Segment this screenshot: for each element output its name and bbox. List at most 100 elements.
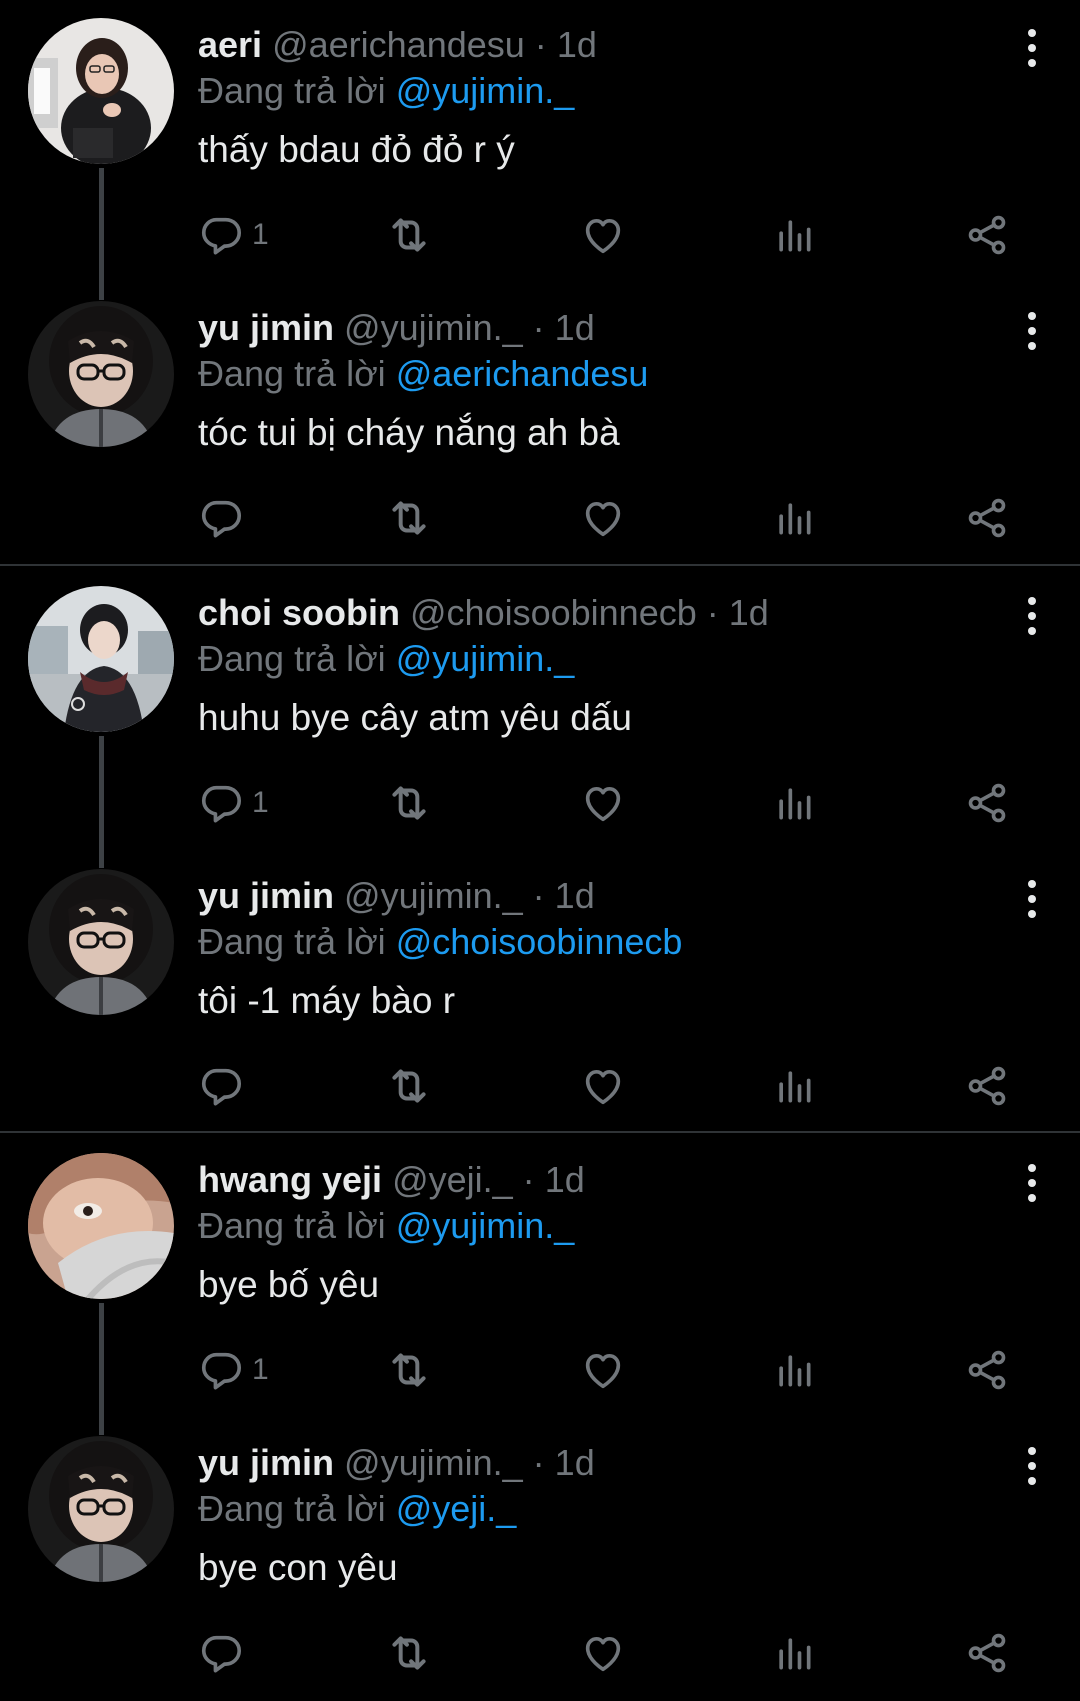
more-options-icon[interactable] <box>1022 596 1042 636</box>
share-nodes-icon <box>964 495 1010 541</box>
more-options-icon[interactable] <box>1022 311 1042 351</box>
avatar[interactable] <box>28 301 174 447</box>
share-button[interactable] <box>964 210 1010 260</box>
more-options-icon[interactable] <box>1022 1446 1042 1486</box>
bar-chart-icon <box>772 1631 816 1675</box>
tweet-aeri[interactable]: aeri @aerichandesu · 1d Đang trả lời @yu… <box>0 0 1080 283</box>
tweet-soobin[interactable]: choi soobin @choisoobinnecb · 1d Đang tr… <box>0 568 1080 851</box>
reply-button[interactable]: 1 <box>198 778 269 828</box>
tweet-yujimin[interactable]: yu jimin @yujimin._ · 1d Đang trả lời @c… <box>0 851 1080 1134</box>
reply-mention-link[interactable]: @choisoobinnecb <box>396 921 683 962</box>
avatar[interactable] <box>28 869 174 1015</box>
share-nodes-icon <box>964 780 1010 826</box>
reply-count: 1 <box>252 218 269 251</box>
tweet-text: bye bố yêu <box>198 1264 380 1305</box>
reply-mention-link[interactable]: @aerichandesu <box>396 353 649 394</box>
avatar-image <box>28 1436 174 1582</box>
retweet-button[interactable] <box>384 210 434 260</box>
user-handle[interactable]: @aerichandesu <box>272 24 525 65</box>
share-button[interactable] <box>964 1061 1010 1111</box>
action-bar <box>198 1061 1038 1111</box>
retweet-button[interactable] <box>384 778 434 828</box>
user-handle[interactable]: @yujimin._ <box>344 307 523 348</box>
reply-button[interactable]: 1 <box>198 210 269 260</box>
separator-dot: · <box>532 875 545 916</box>
avatar[interactable] <box>28 18 174 164</box>
timestamp[interactable]: 1d <box>555 1442 595 1483</box>
views-button[interactable] <box>772 210 816 260</box>
more-options-icon[interactable] <box>1022 28 1042 68</box>
tweet-text: tôi -1 máy bào r <box>198 980 456 1021</box>
avatar[interactable] <box>28 1153 174 1299</box>
user-handle[interactable]: @choisoobinnecb <box>410 592 697 633</box>
heart-icon <box>580 1063 626 1109</box>
like-button[interactable] <box>580 493 626 543</box>
heart-icon <box>580 780 626 826</box>
display-name[interactable]: choi soobin <box>198 592 400 633</box>
reply-context: Đang trả lời @yujimin._ <box>198 68 1040 114</box>
user-handle[interactable]: @yujimin._ <box>344 1442 523 1483</box>
reply-mention-link[interactable]: @yujimin._ <box>396 70 575 111</box>
thread-divider <box>0 1131 1080 1133</box>
reply-button[interactable] <box>198 1628 252 1678</box>
tweet-yeji[interactable]: hwang yeji @yeji._ · 1d Đang trả lời @yu… <box>0 1135 1080 1418</box>
share-button[interactable] <box>964 1345 1010 1395</box>
timestamp[interactable]: 1d <box>555 875 595 916</box>
timestamp[interactable]: 1d <box>557 24 597 65</box>
avatar[interactable] <box>28 1436 174 1582</box>
views-button[interactable] <box>772 493 816 543</box>
like-button[interactable] <box>580 1061 626 1111</box>
avatar[interactable] <box>28 586 174 732</box>
retweet-button[interactable] <box>384 1628 434 1678</box>
like-button[interactable] <box>580 778 626 828</box>
tweet-header: yu jimin @yujimin._ · 1d <box>198 873 1040 919</box>
more-options-icon[interactable] <box>1022 1163 1042 1203</box>
reply-button[interactable] <box>198 493 252 543</box>
bar-chart-icon <box>772 781 816 825</box>
reply-mention-link[interactable]: @yujimin._ <box>396 1205 575 1246</box>
reply-button[interactable] <box>198 1061 252 1111</box>
share-nodes-icon <box>964 212 1010 258</box>
like-button[interactable] <box>580 1345 626 1395</box>
retweet-arrows-icon <box>384 1345 434 1395</box>
separator-dot: · <box>706 592 719 633</box>
display-name[interactable]: yu jimin <box>198 1442 334 1483</box>
more-options-icon[interactable] <box>1022 879 1042 919</box>
display-name[interactable]: yu jimin <box>198 875 334 916</box>
reply-prefix: Đang trả lời <box>198 1205 386 1246</box>
retweet-arrows-icon <box>384 210 434 260</box>
retweet-button[interactable] <box>384 493 434 543</box>
share-button[interactable] <box>964 1628 1010 1678</box>
share-button[interactable] <box>964 778 1010 828</box>
timestamp[interactable]: 1d <box>555 307 595 348</box>
tweet-yujimin[interactable]: yu jimin @yujimin._ · 1d Đang trả lời @a… <box>0 283 1080 566</box>
views-button[interactable] <box>772 1061 816 1111</box>
display-name[interactable]: yu jimin <box>198 307 334 348</box>
like-button[interactable] <box>580 1628 626 1678</box>
tweet-yujimin[interactable]: yu jimin @yujimin._ · 1d Đang trả lời @y… <box>0 1418 1080 1701</box>
timestamp[interactable]: 1d <box>545 1159 585 1200</box>
views-button[interactable] <box>772 1345 816 1395</box>
reply-button[interactable]: 1 <box>198 1345 269 1395</box>
user-handle[interactable]: @yujimin._ <box>344 875 523 916</box>
like-button[interactable] <box>580 210 626 260</box>
reply-mention-link[interactable]: @yeji._ <box>396 1488 517 1529</box>
speech-bubble-icon <box>198 495 244 541</box>
reply-mention-link[interactable]: @yujimin._ <box>396 638 575 679</box>
timestamp[interactable]: 1d <box>729 592 769 633</box>
share-nodes-icon <box>964 1347 1010 1393</box>
retweet-button[interactable] <box>384 1061 434 1111</box>
retweet-button[interactable] <box>384 1345 434 1395</box>
display-name[interactable]: hwang yeji <box>198 1159 382 1200</box>
user-handle[interactable]: @yeji._ <box>392 1159 513 1200</box>
views-button[interactable] <box>772 1628 816 1678</box>
views-button[interactable] <box>772 778 816 828</box>
tweet-text: huhu bye cây atm yêu dấu <box>198 697 633 738</box>
bar-chart-icon <box>772 1064 816 1108</box>
reply-context: Đang trả lời @yujimin._ <box>198 1203 1040 1249</box>
share-button[interactable] <box>964 493 1010 543</box>
action-bar: 1 <box>198 778 1038 828</box>
display-name[interactable]: aeri <box>198 24 262 65</box>
heart-icon <box>580 495 626 541</box>
avatar-image <box>28 18 174 164</box>
